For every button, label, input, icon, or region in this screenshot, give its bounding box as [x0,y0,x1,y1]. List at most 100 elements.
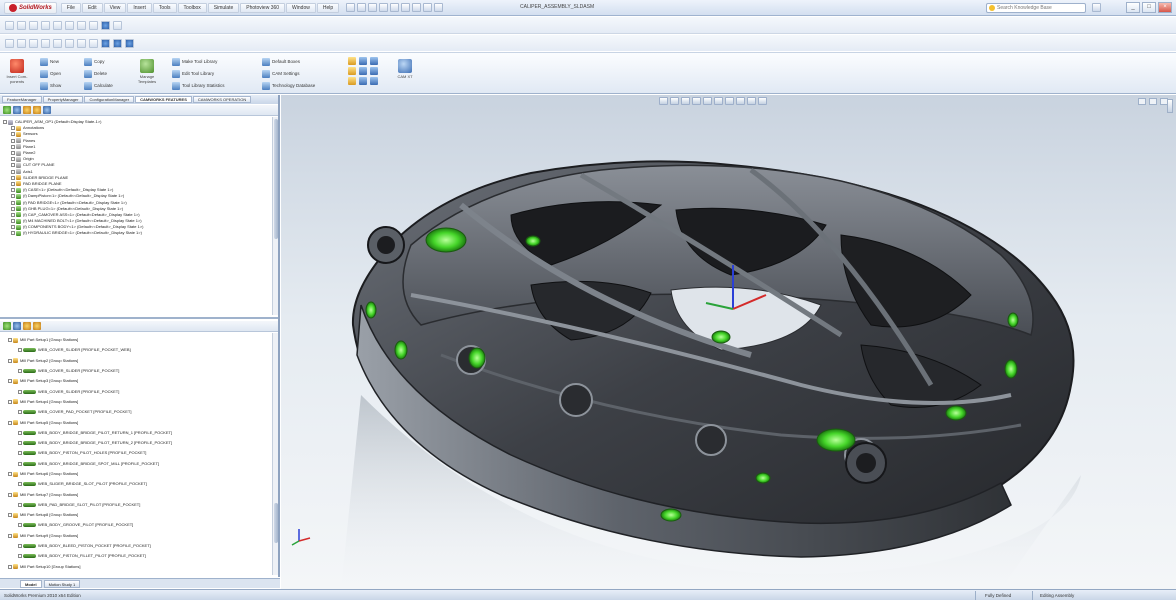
display-icon[interactable] [33,106,41,114]
expand-toggle-icon[interactable] [11,181,15,186]
open-button[interactable]: Open [40,69,61,78]
expand-toggle-icon[interactable] [11,157,15,162]
property-icon[interactable] [13,106,21,114]
operation-item[interactable]: WEB_PAD_BRIDGE_SLOT_PILOT [PROFILE_POCKE… [8,500,271,510]
expand-toggle-icon[interactable] [11,231,15,236]
pan-icon[interactable] [53,38,62,48]
calculate-button[interactable]: Calculate [84,81,113,90]
operation-item[interactable]: WEB_BODY_PISTON_FILLET_PILOT [PROFILE_PO… [8,551,271,561]
sketch-icon[interactable] [17,20,26,30]
coordinate-icon[interactable] [359,77,367,85]
trim-icon[interactable] [77,20,86,30]
expand-toggle-icon[interactable] [11,138,15,143]
expand-toggle-icon[interactable] [11,194,15,199]
selected-hole-feature[interactable] [1004,359,1018,379]
operation-item[interactable]: WEB_COVER_SLIDER [PROFILE_POCKET] [8,366,271,376]
manage-templates-button[interactable]: Manage Templates [136,59,158,84]
operation-item[interactable]: WEB_BODY_BRIDGE_BRIDGE_SPOT_MILL [PROFIL… [8,459,271,469]
expand-toggle-icon[interactable] [18,544,22,549]
toolpath-icon[interactable] [370,57,378,65]
show-button[interactable]: Show [40,81,61,90]
operation-item[interactable]: WEB_BODY_BRIDGE_BRIDGE_PILOT_RETURN_1 [P… [8,428,271,438]
mill-setup-item[interactable]: Mill Part Setup6 [Group Stations] [8,469,271,479]
expand-toggle-icon[interactable] [11,132,15,137]
post-icon[interactable] [370,67,378,75]
cam-ncmanager-icon[interactable] [33,322,41,330]
cam-operation-tree-icon[interactable] [13,322,21,330]
mill-setup-item[interactable]: Mill Part Setup7 [Group Stations] [8,489,271,499]
expand-toggle-icon[interactable] [18,348,22,353]
technology-database-button[interactable]: Technology Database [262,81,315,90]
selected-hole-feature[interactable] [365,301,377,319]
expand-toggle-icon[interactable] [8,513,12,518]
expand-toggle-icon[interactable] [18,523,22,528]
expand-toggle-icon[interactable] [11,212,15,217]
menu-tools[interactable]: Tools [152,2,177,13]
hide-show-icon[interactable] [101,38,110,48]
selected-hole-feature[interactable] [660,508,682,522]
mill-setup-item[interactable]: Mill Part Setup10 [Group Stations] [8,562,271,572]
feature-tree-icon[interactable] [3,106,11,114]
panel-splitter[interactable] [0,317,278,319]
expand-toggle-icon[interactable] [11,126,15,131]
expand-toggle-icon[interactable] [11,151,15,156]
expand-toggle-icon[interactable] [11,175,15,180]
pattern-icon[interactable] [101,20,110,30]
expand-toggle-icon[interactable] [18,430,22,435]
selected-hole-feature[interactable] [394,340,408,360]
menu-insert[interactable]: Insert [127,2,152,13]
simulate-icon[interactable] [359,67,367,75]
expand-toggle-icon[interactable] [11,188,15,193]
minimize-button[interactable]: _ [1126,2,1140,13]
expand-toggle-icon[interactable] [18,461,22,466]
bottom-tree-scrollbar[interactable] [272,333,278,575]
feature-icon[interactable] [348,57,356,65]
mill-setup-item[interactable]: Mill Part Setup3 [Group Stations] [8,376,271,386]
mill-setup-item[interactable]: Mill Part Setup5 [Group Stations] [8,417,271,427]
expand-toggle-icon[interactable] [18,410,22,415]
menu-toolbox[interactable]: Toolbox [177,2,207,13]
tab-camworks-operation[interactable]: CAMWORKS OPERATION [192,96,252,103]
mill-setup-item[interactable]: Mill Part Setup8 [Group Stations] [8,510,271,520]
display-style-icon[interactable] [89,38,98,48]
selected-hole-feature[interactable] [755,472,771,484]
selected-hole-feature[interactable] [711,330,731,344]
setup-icon[interactable] [348,67,356,75]
expand-toggle-icon[interactable] [11,200,15,205]
expand-toggle-icon[interactable] [18,451,22,456]
arrow-icon[interactable] [5,20,14,30]
selected-hole-feature[interactable] [468,347,486,369]
operation-item[interactable]: WEB_BODY_BLEED_PISTON_POCKET [PROFILE_PO… [8,541,271,551]
report-icon[interactable] [370,77,378,85]
default-boxes-button[interactable]: Default Boxes [262,57,300,66]
selected-hole-feature[interactable] [1007,312,1019,328]
expand-toggle-icon[interactable] [8,399,12,404]
relations-icon[interactable] [65,20,74,30]
mill-setup-item[interactable]: Mill Part Setup4 [Group Stations] [8,397,271,407]
delete-button[interactable]: Delete [84,69,107,78]
expand-toggle-icon[interactable] [8,338,12,343]
expand-toggle-icon[interactable] [8,533,12,538]
convert-icon[interactable] [113,20,122,30]
save-icon[interactable] [368,3,378,12]
selected-hole-feature[interactable] [945,405,967,421]
zoom-in-icon[interactable] [29,38,38,48]
menu-simulate[interactable]: Simulate [207,2,240,13]
menu-help[interactable]: Help [316,2,340,13]
zoom-fit-icon[interactable] [5,38,14,48]
expand-toggle-icon[interactable] [3,120,7,125]
top-tree-scrollbar[interactable] [272,117,278,315]
operation-item[interactable]: WEB_COVER_SLIDER [PROFILE_POCKET] [8,386,271,396]
new-icon[interactable] [346,3,356,12]
cam-xt-button[interactable]: CAM XT [394,59,416,79]
copy-button[interactable]: Copy [84,57,105,66]
expand-toggle-icon[interactable] [11,219,15,224]
expand-toggle-icon[interactable] [18,482,22,487]
selected-hole-feature[interactable] [525,235,541,247]
caliper-3d-model[interactable] [281,95,1176,589]
menu-photoview[interactable]: Photoview 360 [240,2,286,13]
expand-toggle-icon[interactable] [11,225,15,230]
options-icon[interactable] [434,3,444,12]
app-logo[interactable]: SolidWorks [4,1,57,14]
rotate-icon[interactable] [41,38,50,48]
